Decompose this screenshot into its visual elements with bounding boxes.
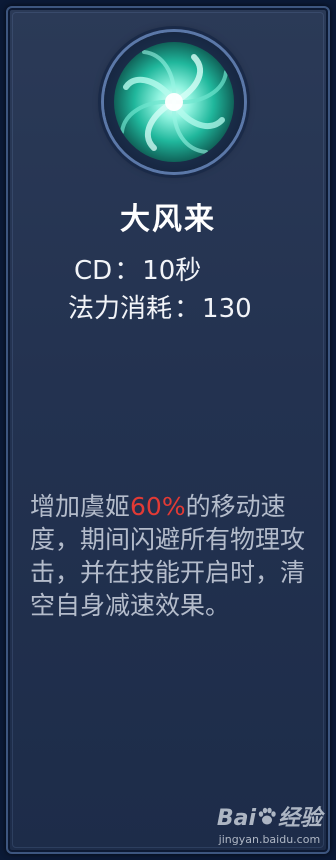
mana-cost-separator: ：	[174, 294, 201, 324]
description-highlight: 60%	[130, 492, 186, 521]
watermark-brand-left: Bai	[216, 806, 256, 831]
mana-cost-value: 130	[202, 294, 252, 324]
wind-vortex-icon	[114, 42, 234, 162]
watermark-url: jingyan.baidu.com	[218, 833, 321, 846]
description-text-start: 增加虞姬	[30, 492, 131, 521]
paw-icon	[258, 807, 276, 825]
cooldown-separator: ：	[114, 256, 141, 286]
watermark-logo: Bai 经验	[217, 800, 322, 832]
mana-cost-stat: 法力消耗：130	[68, 288, 252, 325]
mana-cost-label: 法力消耗	[68, 294, 173, 324]
skill-name: 大风来	[120, 202, 216, 237]
skill-card: 大风来 CD：10秒 法力消耗：130 增加虞姬60%的移动速度，期间闪避所有物…	[6, 6, 330, 854]
watermark-brand-right: 经验	[277, 806, 322, 831]
cooldown-value: 10秒	[142, 256, 202, 286]
skill-description: 增加虞姬60%的移动速度，期间闪避所有物理攻击，并在技能开启时，清空自身减速效果…	[30, 490, 320, 622]
baidu-jingyan-watermark: Bai 经验 jingyan.baidu.com	[217, 800, 322, 846]
cooldown-label: CD	[74, 256, 113, 286]
skill-icon-frame	[104, 32, 244, 172]
cooldown-stat: CD：10秒	[74, 250, 201, 287]
